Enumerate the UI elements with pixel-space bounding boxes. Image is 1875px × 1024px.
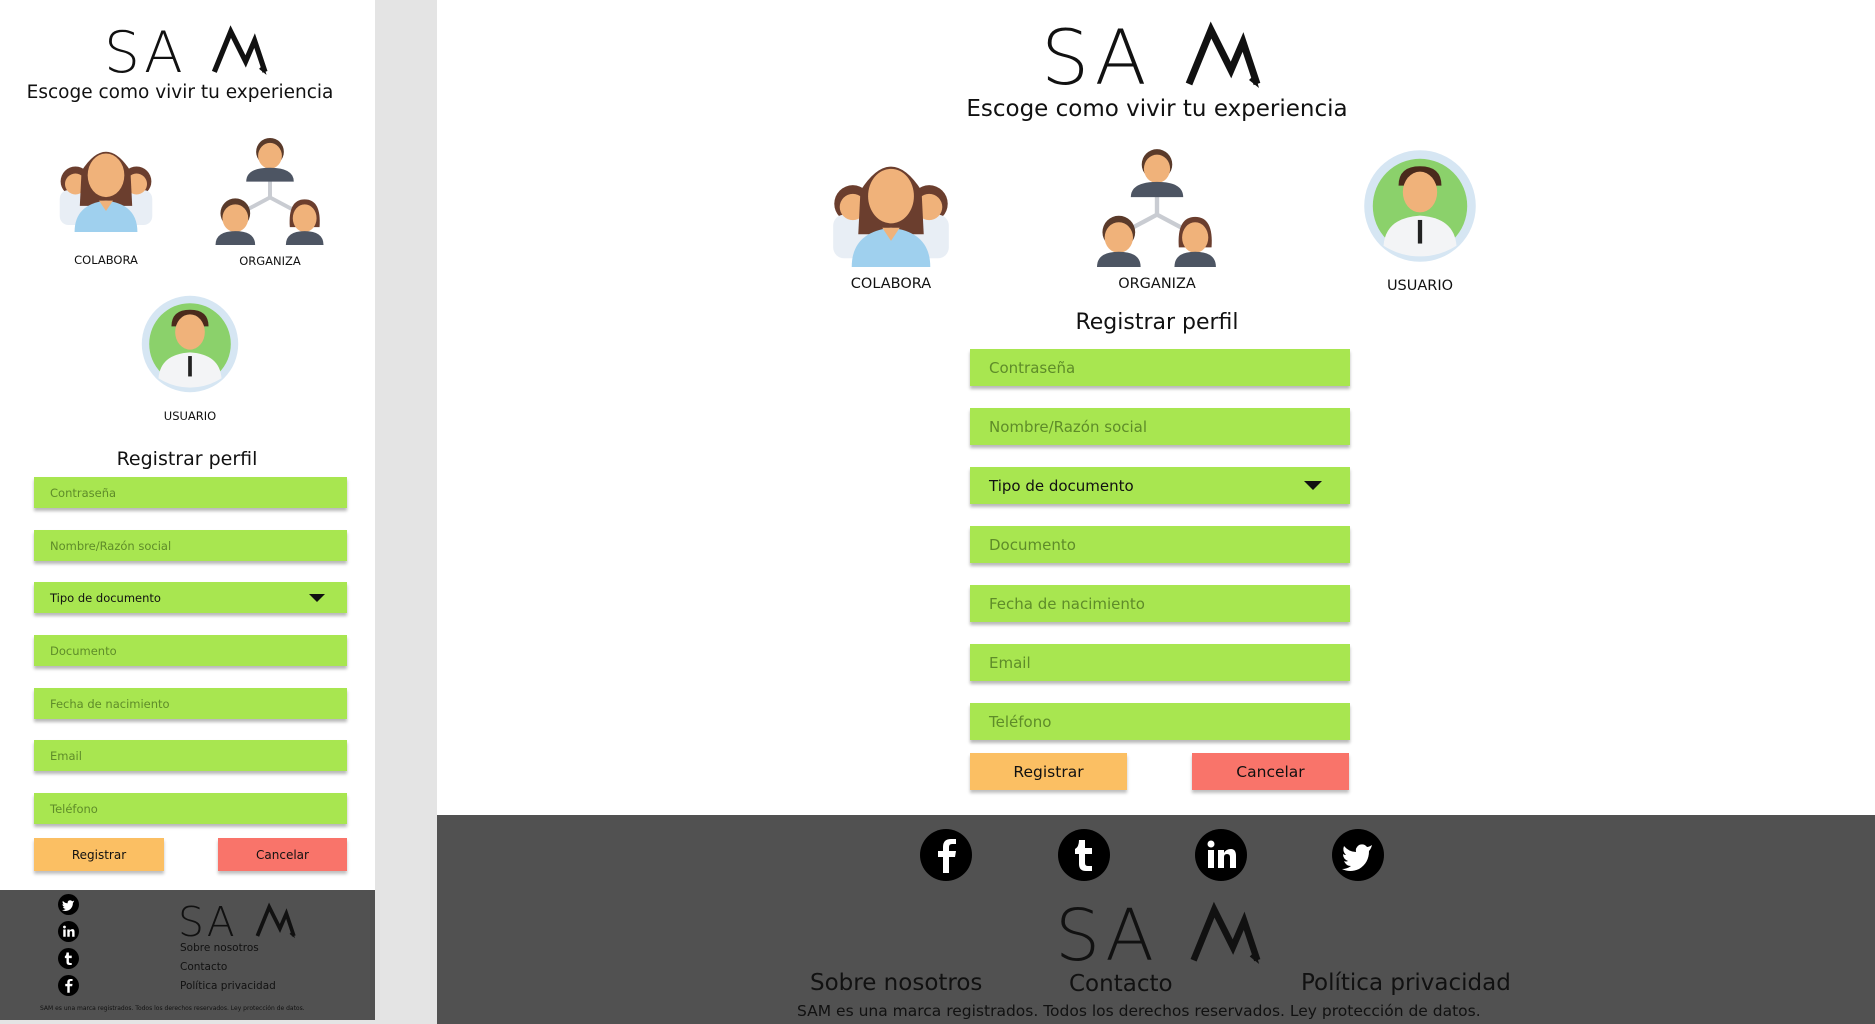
password-field[interactable]: Contraseña — [970, 349, 1350, 386]
chevron-down-icon — [1304, 481, 1322, 490]
footer-link-privacy[interactable]: Política privacidad — [1301, 970, 1511, 996]
user-icon — [122, 293, 258, 395]
profile-colabora[interactable]: COLABORA — [38, 136, 174, 270]
tumblr-icon[interactable] — [58, 948, 79, 969]
sam-logo — [1040, 20, 1262, 92]
profile-usuario[interactable]: USUARIO — [1345, 147, 1495, 297]
document-field[interactable]: Documento — [970, 526, 1350, 563]
profile-usuario[interactable]: USUARIO — [122, 293, 258, 427]
mobile-view: Escoge como vivir tu experiencia COLABOR… — [0, 0, 375, 1020]
linkedin-icon[interactable] — [58, 921, 79, 942]
register-button[interactable]: Registrar — [970, 753, 1127, 790]
copyright-text: SAM es una marca registrados. Todos los … — [40, 1005, 305, 1012]
profile-label: USUARIO — [1386, 278, 1454, 294]
tumblr-icon[interactable] — [1058, 829, 1110, 881]
footer-link-about[interactable]: Sobre nosotros — [810, 970, 982, 996]
birthdate-field[interactable]: Fecha de nacimiento — [34, 688, 347, 719]
email-field[interactable]: Email — [970, 644, 1350, 681]
name-field[interactable]: Nombre/Razón social — [34, 530, 347, 561]
group-icon — [810, 147, 972, 267]
cancel-button[interactable]: Cancelar — [1192, 753, 1349, 790]
hierarchy-icon — [1091, 147, 1223, 267]
birthdate-field[interactable]: Fecha de nacimiento — [970, 585, 1350, 622]
copyright-text: SAM es una marca registrados. Todos los … — [797, 1002, 1481, 1020]
tagline: Escoge como vivir tu experiencia — [26, 82, 334, 103]
footer-logo — [178, 899, 296, 943]
cancel-button[interactable]: Cancelar — [218, 838, 347, 871]
chevron-down-icon — [309, 594, 325, 602]
app-root: Escoge como vivir tu experiencia COLABOR… — [0, 0, 1875, 1024]
footer-link-about[interactable]: Sobre nosotros — [180, 942, 259, 954]
profile-colabora[interactable]: COLABORA — [810, 147, 972, 297]
mobile-footer: Sobre nosotros Contacto Política privaci… — [0, 890, 375, 1020]
profile-label: COLABORA — [74, 253, 138, 267]
group-icon — [38, 136, 174, 232]
profile-organiza[interactable]: ORGANIZA — [1091, 147, 1223, 297]
desktop-footer: Sobre nosotros Contacto Política privaci… — [437, 815, 1875, 1024]
form-title: Registrar perfil — [1075, 310, 1239, 335]
email-field[interactable]: Email — [34, 740, 347, 771]
footer-link-privacy[interactable]: Política privacidad — [180, 980, 276, 992]
profile-organiza[interactable]: ORGANIZA — [206, 136, 334, 270]
register-button[interactable]: Registrar — [34, 838, 164, 871]
desktop-view: Escoge como vivir tu experiencia COLABOR… — [437, 0, 1875, 1024]
footer-link-contact[interactable]: Contacto — [1069, 971, 1173, 997]
twitter-icon[interactable] — [58, 894, 79, 915]
document-type-select[interactable]: Tipo de documento — [34, 582, 347, 613]
document-type-select[interactable]: Tipo de documento — [970, 467, 1350, 504]
sam-logo — [104, 20, 268, 82]
document-type-label: Tipo de documento — [989, 476, 1134, 495]
footer-logo — [1055, 893, 1261, 975]
profile-label: ORGANIZA — [239, 254, 301, 268]
facebook-icon[interactable] — [58, 975, 79, 996]
name-field[interactable]: Nombre/Razón social — [970, 408, 1350, 445]
phone-field[interactable]: Teléfono — [34, 793, 347, 824]
phone-field[interactable]: Teléfono — [970, 703, 1350, 740]
profile-label: ORGANIZA — [1118, 276, 1196, 292]
tagline: Escoge como vivir tu experiencia — [966, 96, 1348, 122]
linkedin-icon[interactable] — [1195, 829, 1247, 881]
password-field[interactable]: Contraseña — [34, 477, 347, 508]
profile-label: COLABORA — [850, 276, 932, 292]
document-type-label: Tipo de documento — [50, 590, 161, 605]
facebook-icon[interactable] — [920, 829, 972, 881]
document-field[interactable]: Documento — [34, 635, 347, 666]
form-title: Registrar perfil — [116, 448, 258, 470]
footer-link-contact[interactable]: Contacto — [180, 961, 227, 973]
twitter-icon[interactable] — [1332, 829, 1384, 881]
hierarchy-icon — [206, 136, 334, 245]
user-icon — [1345, 147, 1495, 265]
profile-label: USUARIO — [163, 409, 217, 423]
